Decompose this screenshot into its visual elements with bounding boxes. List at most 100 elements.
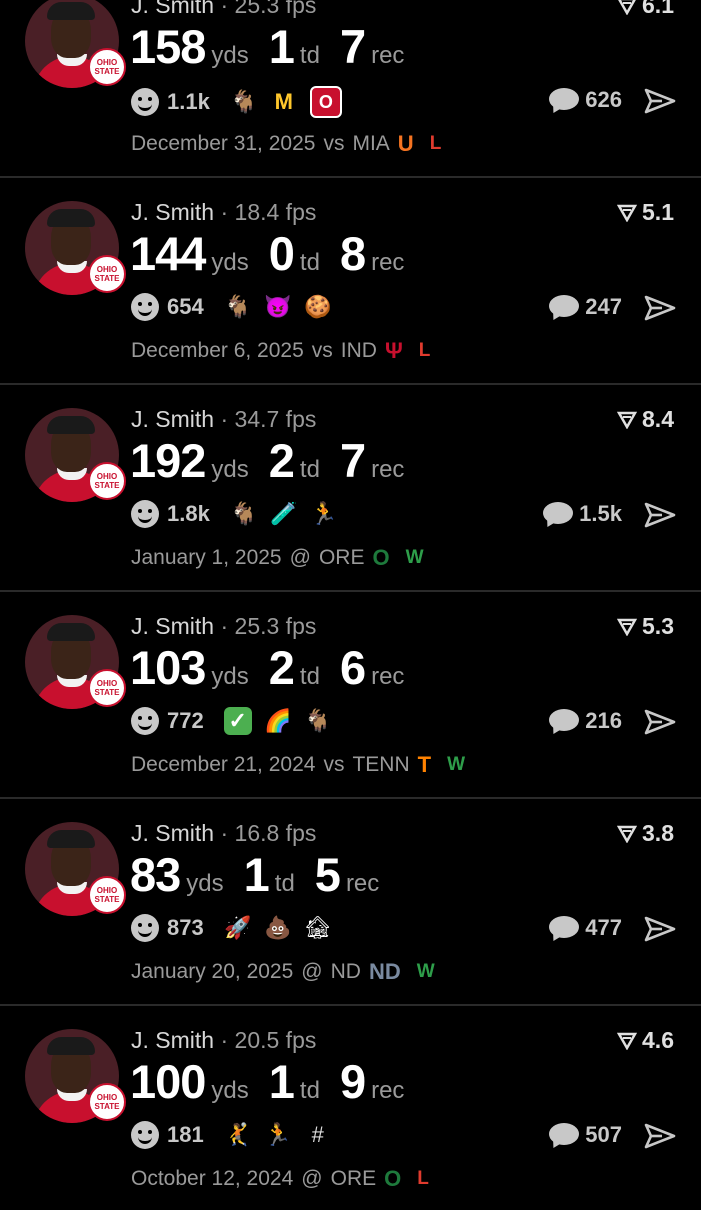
reaction-count: 181 [167,1122,204,1147]
goat-icon[interactable]: 🐐 [304,707,332,735]
comments-button[interactable]: 216 [549,708,622,734]
receptions-label: rec [371,456,405,483]
receptions-value: 6 [339,641,366,694]
cookie-icon[interactable]: 🍪 [304,293,332,321]
player-icon[interactable]: 🏃 [310,500,338,528]
opponent-name[interactable]: IND [341,339,377,363]
comment-count: 626 [585,87,622,112]
mcdonalds-arches-icon[interactable]: M [270,88,298,116]
comment-count: 507 [585,1122,622,1147]
goat-icon[interactable]: 🐐 [230,88,258,116]
post-card[interactable]: OHIO STATE J. Smith · 25.3 fps 6.1 158 y… [0,0,701,178]
rating-arrow-icon [617,1032,638,1050]
stat-line: 100 yds 1 td 9 rec [130,1054,424,1109]
game-connector: @ [289,546,311,569]
header-separator: · [220,820,229,846]
share-send-icon[interactable] [644,87,676,115]
house-icon[interactable]: 🏚 [304,914,332,942]
game-info: January 1, 2025 @ ORE O W [131,545,424,571]
touchdowns-label: td [299,663,320,690]
post-header: J. Smith · 18.4 fps [131,199,316,226]
comment-bubble-icon [549,709,580,733]
goat-icon[interactable]: 🐐 [230,500,258,528]
post-card[interactable]: OHIO STATE J. Smith · 25.3 fps 5.3 103 y… [0,590,701,799]
game-result-badge: W [447,754,466,775]
share-send-icon[interactable] [644,915,676,943]
goat-icon[interactable]: 🐐 [224,293,252,321]
player-icon[interactable]: 🤾 [224,1121,252,1149]
share-send-icon[interactable] [644,1122,676,1150]
opponent-name[interactable]: MIA [352,132,389,156]
game-date: December 31, 2025 [131,132,316,155]
smile-reaction-icon[interactable] [131,707,159,735]
rating: 5.1 [617,199,674,226]
comment-count: 477 [585,915,622,940]
reaction-count: 654 [167,294,204,319]
share-send-icon[interactable] [644,294,676,322]
game-result-badge: W [405,547,424,568]
rating-value: 8.4 [642,406,674,432]
post-header: J. Smith · 16.8 fps [131,820,316,847]
opponent-name[interactable]: ORE [319,546,365,570]
player-name[interactable]: J. Smith [131,199,214,225]
comment-bubble-icon [543,502,574,526]
comments-button[interactable]: 247 [549,294,622,320]
receptions-label: rec [345,870,380,897]
opponent-name[interactable]: TENN [352,753,409,777]
receptions-label: rec [371,1077,405,1104]
player-name[interactable]: J. Smith [131,820,214,846]
reactions-row: 654 🐐 😈 🍪 [131,293,332,321]
basketball-hoop-icon[interactable]: # [304,1121,332,1149]
oregon-o-logo: O [384,1166,402,1191]
stat-line: 103 yds 2 td 6 rec [130,640,424,695]
receptions-label: rec [371,42,405,69]
fantasy-points: 18.4 fps [234,199,317,225]
comment-count: 1.5k [579,501,622,526]
post-card[interactable]: OHIO STATE J. Smith · 20.5 fps 4.6 100 y… [0,1004,701,1210]
yards-label: yds [211,1077,249,1104]
smile-reaction-icon[interactable] [131,1121,159,1149]
rating-arrow-icon [617,825,638,843]
player-name[interactable]: J. Smith [131,0,214,18]
player-name[interactable]: J. Smith [131,613,214,639]
rocket-icon[interactable]: 🚀 [224,914,252,942]
share-send-icon[interactable] [644,708,676,736]
test-tube-icon[interactable]: 🧪 [270,500,298,528]
game-result-badge: L [417,1168,429,1189]
comments-button[interactable]: 507 [549,1122,622,1148]
check-mark-icon[interactable]: ✓ [223,707,252,735]
smile-reaction-icon[interactable] [131,914,159,942]
devil-icon[interactable]: 😈 [264,293,292,321]
comments-button[interactable]: 1.5k [543,501,622,527]
ohio-o-icon[interactable]: O [309,86,342,118]
rating: 6.1 [617,0,674,19]
opponent-name[interactable]: ND [331,960,361,984]
rating-arrow-icon [617,411,638,429]
smile-reaction-icon[interactable] [131,293,159,321]
comments-button[interactable]: 626 [549,87,622,113]
ohio-state-logo: OHIO STATE [88,1083,126,1121]
rainbow-icon[interactable]: 🌈 [264,707,292,735]
player-name[interactable]: J. Smith [131,406,214,432]
touchdowns-label: td [299,42,320,69]
receptions-value: 8 [339,227,366,280]
reaction-count: 772 [167,708,204,733]
touchdowns-value: 1 [243,848,270,901]
poop-icon[interactable]: 💩 [264,914,292,942]
rating-value: 3.8 [642,820,674,846]
share-send-icon[interactable] [644,501,676,529]
player-icon[interactable]: 🏃 [264,1121,292,1149]
smile-reaction-icon[interactable] [131,500,159,528]
touchdowns-label: td [299,1077,320,1104]
comments-button[interactable]: 477 [549,915,622,941]
post-card[interactable]: OHIO STATE J. Smith · 34.7 fps 8.4 192 y… [0,383,701,592]
yards-value: 192 [130,434,206,487]
post-card[interactable]: OHIO STATE J. Smith · 18.4 fps 5.1 144 y… [0,176,701,385]
indiana-logo: Ψ [384,338,403,363]
player-name[interactable]: J. Smith [131,1027,214,1053]
smile-reaction-icon[interactable] [131,88,159,116]
opponent-name[interactable]: ORE [331,1167,377,1191]
stat-line: 158 yds 1 td 7 rec [130,19,424,74]
touchdowns-label: td [274,870,295,897]
post-card[interactable]: OHIO STATE J. Smith · 16.8 fps 3.8 83 yd… [0,797,701,1006]
